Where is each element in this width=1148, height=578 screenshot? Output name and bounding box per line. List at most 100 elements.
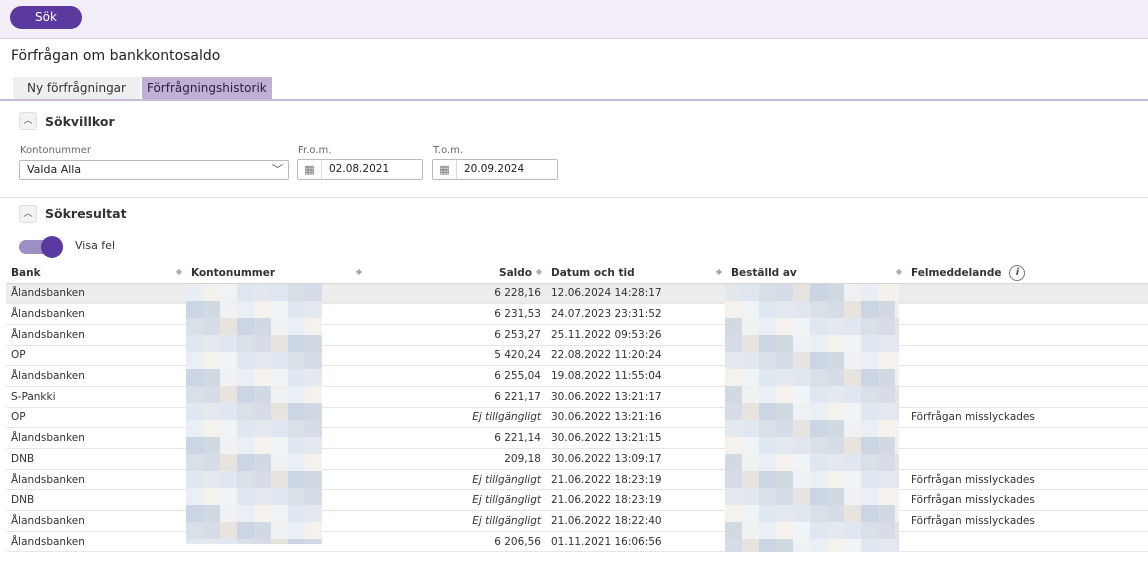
redacted-pixel — [725, 335, 742, 352]
results-section-title: Sökresultat — [45, 206, 127, 221]
column-header-ordered-by[interactable]: Beställd av ◆ — [726, 263, 906, 284]
redacted-pixel — [254, 284, 271, 301]
redacted-pixel — [776, 301, 793, 318]
redacted-pixel — [810, 471, 827, 488]
redacted-pixel — [793, 318, 810, 335]
redacted-pixel — [895, 471, 899, 488]
calendar-icon[interactable]: ▦ — [298, 160, 322, 179]
cell-balance: Ej tillgängligt — [366, 407, 546, 429]
calendar-icon[interactable]: ▦ — [433, 160, 457, 179]
redacted-pixel — [810, 386, 827, 403]
redacted-pixel — [742, 318, 759, 335]
redacted-pixel — [759, 386, 776, 403]
redacted-pixel — [725, 505, 742, 522]
sort-icon[interactable]: ◆ — [356, 267, 362, 276]
redacted-pixel — [759, 471, 776, 488]
search-button[interactable]: Sök — [10, 6, 82, 29]
cell-balance: 5 420,24 — [366, 345, 546, 367]
cell-balance: 6 221,14 — [366, 427, 546, 449]
redacted-pixel — [271, 437, 288, 454]
redacted-pixel — [827, 488, 844, 505]
cell-balance: 6 221,17 — [366, 386, 546, 408]
redacted-pixel — [237, 369, 254, 386]
column-header-balance[interactable]: Saldo ◆ — [366, 263, 546, 284]
column-header-datetime[interactable]: Datum och tid ◆ — [546, 263, 726, 284]
redacted-pixel — [742, 522, 759, 539]
redacted-pixel — [810, 505, 827, 522]
sort-icon[interactable]: ◆ — [716, 267, 722, 276]
account-label: Kontonummer — [20, 145, 91, 156]
redacted-pixel — [793, 284, 810, 301]
chevron-up-icon[interactable]: ︿ — [19, 112, 37, 130]
redacted-pixel — [810, 437, 827, 454]
redacted-pixel — [827, 471, 844, 488]
redacted-pixel — [810, 369, 827, 386]
column-header-account[interactable]: Kontonummer ◆ — [186, 263, 366, 284]
to-date-value: 20.09.2024 — [464, 163, 525, 175]
tab-new-requests[interactable]: Ny förfrågningar — [13, 77, 140, 99]
table-row[interactable]: S-Pankki 6 221,17 30.06.2022 13:21:17 — [6, 386, 1148, 408]
redacted-pixel — [237, 539, 254, 544]
redacted-pixel — [203, 403, 220, 420]
from-date-value: 02.08.2021 — [329, 163, 390, 175]
table-row[interactable]: Ålandsbanken 6 228,16 12.06.2024 14:28:17 — [6, 283, 1148, 305]
redacted-pixel — [305, 420, 322, 437]
info-icon[interactable]: i — [1009, 264, 1026, 281]
account-select[interactable]: Valda Alla ﹀ — [19, 160, 289, 180]
tab-underline — [0, 99, 1148, 101]
redacted-pixel — [186, 301, 203, 318]
redacted-pixel — [203, 352, 220, 369]
table-row[interactable]: DNB Ej tillgängligt 21.06.2022 18:23:19 För… — [6, 489, 1148, 512]
column-header-bank[interactable]: Bank ◆ — [6, 263, 186, 284]
table-row[interactable]: Ålandsbanken Ej tillgängligt 21.06.2022 18… — [6, 469, 1148, 491]
cell-balance: Ej tillgängligt — [366, 469, 546, 491]
sort-icon[interactable]: ◆ — [176, 267, 182, 276]
redacted-pixel — [776, 420, 793, 437]
sort-icon[interactable]: ◆ — [536, 267, 542, 276]
redacted-pixel — [844, 335, 861, 352]
tab-request-history[interactable]: Förfrågningshistorik — [141, 77, 272, 99]
redacted-pixel — [220, 522, 237, 539]
redacted-pixel — [203, 335, 220, 352]
from-date-field[interactable]: ▦ 02.08.2021 — [297, 159, 423, 180]
cell-error — [906, 427, 1148, 449]
redacted-pixel — [878, 539, 895, 552]
redacted-pixel — [810, 352, 827, 369]
redacted-pixel — [254, 386, 271, 403]
show-errors-toggle[interactable] — [19, 236, 65, 258]
redacted-pixel — [271, 335, 288, 352]
redacted-pixel — [186, 437, 203, 454]
cell-error: Förfrågan misslyckades — [906, 407, 1148, 429]
redacted-pixel — [725, 522, 742, 539]
to-date-field[interactable]: ▦ 20.09.2024 — [432, 159, 558, 180]
redacted-pixel — [254, 454, 271, 471]
table-row[interactable]: OP Ej tillgängligt 30.06.2022 13:21:16 Förf… — [6, 407, 1148, 429]
redacted-pixel — [827, 301, 844, 318]
chevron-up-icon[interactable]: ︿ — [19, 205, 37, 223]
table-row[interactable]: Ålandsbanken 6 231,53 24.07.2023 23:31:52 — [6, 303, 1148, 325]
table-row[interactable]: Ålandsbanken Ej tillgängligt 21.06.2022 18… — [6, 510, 1148, 532]
table-row[interactable]: Ålandsbanken 6 221,14 30.06.2022 13:21:15 — [6, 427, 1148, 449]
table-row[interactable]: OP 5 420,24 22.08.2022 11:20:24 — [6, 345, 1148, 367]
redacted-pixel — [861, 522, 878, 539]
table-row[interactable]: Ålandsbanken 6 253,27 25.11.2022 09:53:26 — [6, 324, 1148, 346]
redacted-pixel — [288, 454, 305, 471]
redacted-pixel — [861, 335, 878, 352]
redacted-pixel — [288, 386, 305, 403]
table-row[interactable]: Ålandsbanken 6 206,56 01.11.2021 16:06:56 — [6, 531, 1148, 553]
cell-datetime: 30.06.2022 13:21:17 — [546, 386, 726, 408]
sort-icon[interactable]: ◆ — [896, 267, 902, 276]
tab-bar: Ny förfrågningar Förfrågningshistorik — [13, 77, 274, 99]
redacted-pixel — [271, 505, 288, 522]
redacted-pixel — [254, 471, 271, 488]
redacted-pixel — [203, 471, 220, 488]
redacted-pixel — [895, 301, 899, 318]
table-row[interactable]: Ålandsbanken 6 255,04 19.08.2022 11:55:04 — [6, 365, 1148, 387]
redacted-pixel — [793, 335, 810, 352]
redacted-pixel — [878, 454, 895, 471]
redacted-pixel — [305, 522, 322, 539]
redacted-pixel — [759, 301, 776, 318]
redacted-pixel — [742, 403, 759, 420]
redacted-pixel — [844, 437, 861, 454]
table-row[interactable]: DNB 209,18 30.06.2022 13:09:17 — [6, 448, 1148, 470]
